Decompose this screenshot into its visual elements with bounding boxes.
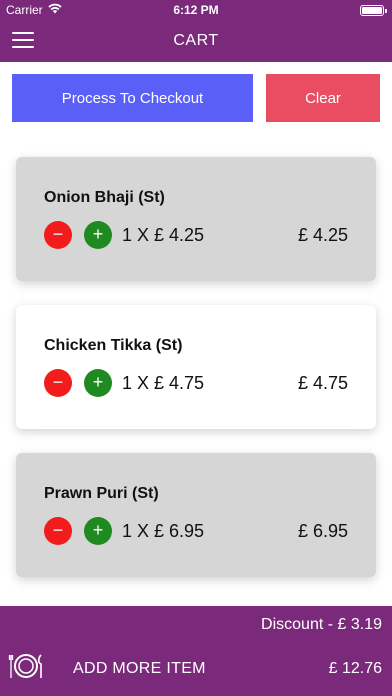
item-name: Chicken Tikka (St) <box>44 337 183 354</box>
increase-quantity-button[interactable]: + <box>84 369 112 397</box>
cart-item: Onion Bhaji (St) − + 1 X £ 4.25 £ 4.25 <box>16 157 376 281</box>
decrease-quantity-button[interactable]: − <box>44 369 72 397</box>
item-total: £ 4.75 <box>297 373 348 393</box>
add-more-item-button[interactable]: ADD MORE ITEM <box>73 660 206 678</box>
item-quantity-price: 1 X £ 4.75 <box>122 373 205 393</box>
increase-quantity-button[interactable]: + <box>84 221 112 249</box>
item-name: Prawn Puri (St) <box>44 485 159 502</box>
cart-item: Prawn Puri (St) − + 1 X £ 6.95 £ 6.95 <box>16 453 376 577</box>
discount-label: Discount - £ 3.19 <box>261 616 382 633</box>
grand-total: £ 12.76 <box>328 660 382 677</box>
nav-bar: CART <box>0 20 392 62</box>
item-quantity-price: 1 X £ 4.25 <box>122 225 205 245</box>
cart-item: Chicken Tikka (St) − + 1 X £ 4.75 £ 4.75 <box>16 305 376 429</box>
item-total: £ 4.25 <box>297 225 348 245</box>
battery-icon <box>360 5 387 16</box>
item-quantity-price: 1 X £ 6.95 <box>122 521 205 541</box>
decrease-quantity-button[interactable]: − <box>44 517 72 545</box>
decrease-quantity-button[interactable]: − <box>44 221 72 249</box>
page-title: CART <box>173 32 219 49</box>
item-name: Onion Bhaji (St) <box>44 189 165 206</box>
process-to-checkout-button[interactable]: Process To Checkout <box>12 74 253 122</box>
increase-quantity-button[interactable]: + <box>84 517 112 545</box>
plate-cutlery-icon <box>8 652 44 680</box>
clear-cart-button[interactable]: Clear <box>266 74 380 122</box>
status-time: 6:12 PM <box>173 3 219 17</box>
status-bar: Carrier 6:12 PM <box>0 0 392 20</box>
cart-list: Onion Bhaji (St) − + 1 X £ 4.25 £ 4.25 C… <box>16 157 376 601</box>
cart-footer: Discount - £ 3.19 ADD MORE ITEM £ 12.76 <box>0 606 392 696</box>
item-total: £ 6.95 <box>297 521 348 541</box>
